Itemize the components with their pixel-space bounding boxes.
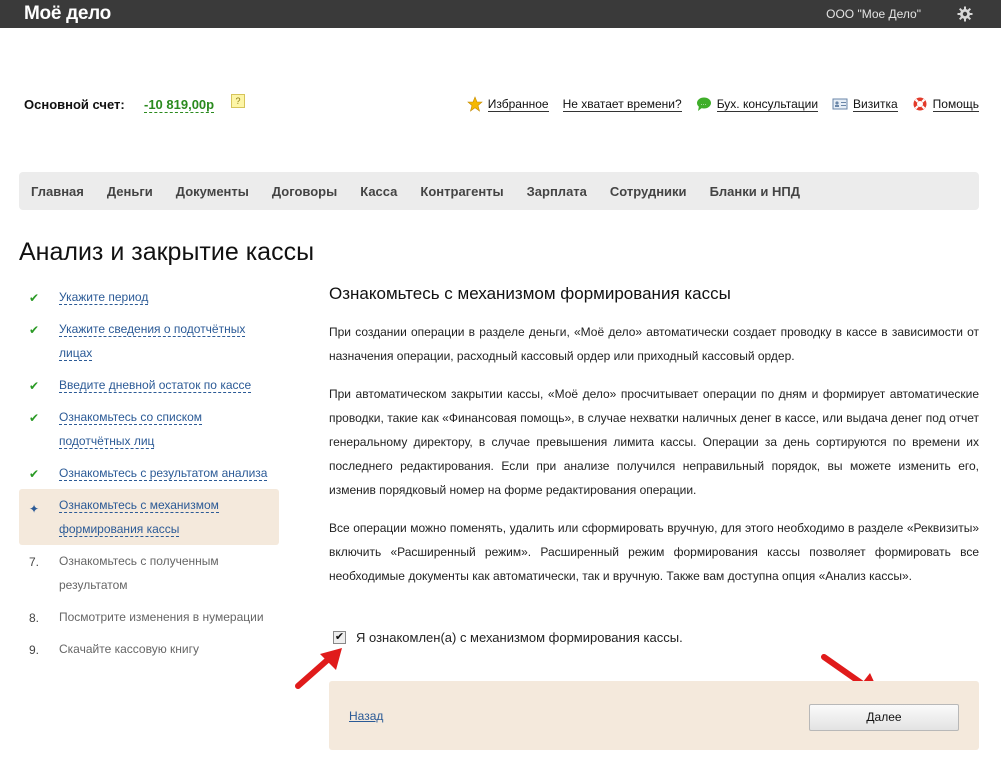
account-balance[interactable]: -10 819,00р: [144, 97, 215, 113]
step-link[interactable]: Введите дневной остаток по кассе: [59, 378, 252, 393]
step-item: ✔ Ознакомьтесь с результатом анализа: [19, 457, 279, 489]
step-label: Ознакомьтесь с полученным результатом: [59, 554, 219, 592]
business-card-link[interactable]: Визитка: [832, 96, 898, 112]
company-name[interactable]: ООО "Мое Дело": [826, 7, 921, 21]
current-step-icon: ✦: [29, 502, 40, 516]
section-heading: Ознакомьтесь с механизмом формирования к…: [329, 284, 731, 303]
check-icon: ✔: [29, 291, 40, 305]
next-button[interactable]: Далее: [809, 704, 959, 731]
paragraph-3: Все операции можно поменять, удалить или…: [329, 521, 979, 583]
content-panel: Ознакомьтесь с механизмом формирования к…: [329, 284, 979, 602]
lifebuoy-icon: [913, 97, 927, 111]
no-time-link[interactable]: Не хватает времени?: [562, 96, 682, 112]
top-bar: Моё дело ООО "Мое Дело": [0, 0, 1001, 28]
wizard-footer: Назад Далее: [329, 681, 979, 750]
step-link[interactable]: Укажите сведения о подотчётных лицах: [59, 322, 246, 361]
paragraph-2: При автоматическом закрытии кассы, «Моё …: [329, 387, 979, 497]
favorites-link[interactable]: Избранное: [466, 96, 549, 112]
menu-item-contractors[interactable]: Контрагенты: [420, 184, 503, 199]
menu-item-documents[interactable]: Документы: [176, 184, 249, 199]
step-label: Посмотрите изменения в нумерации: [59, 610, 264, 624]
step-number: 8.: [29, 611, 40, 625]
step-link[interactable]: Укажите период: [59, 290, 149, 305]
agree-row[interactable]: ✔ Я ознакомлен(а) с механизмом формирова…: [333, 630, 683, 645]
step-number: 9.: [29, 643, 40, 657]
consultations-link[interactable]: ... Бух. консультации: [696, 96, 819, 112]
app-logo[interactable]: Моё дело: [24, 3, 111, 25]
no-time-label: Не хватает времени?: [562, 96, 682, 112]
step-label: Скачайте кассовую книгу: [59, 642, 199, 656]
step-link[interactable]: Ознакомьтесь с механизмом формирования к…: [59, 498, 219, 537]
check-icon: ✔: [29, 467, 40, 481]
help-label: Помощь: [932, 96, 979, 112]
top-links: Избранное Не хватает времени? ... Бух. к…: [466, 96, 979, 112]
favorites-label: Избранное: [487, 96, 549, 112]
step-item: 8. Посмотрите изменения в нумерации: [19, 601, 279, 633]
menu-item-salary[interactable]: Зарплата: [527, 184, 587, 199]
menu-item-cash[interactable]: Касса: [360, 184, 397, 199]
step-link[interactable]: Ознакомьтесь со списком подотчётных лиц: [59, 410, 203, 449]
paragraph-1: При создании операции в разделе деньги, …: [329, 325, 979, 363]
back-link[interactable]: Назад: [349, 709, 383, 723]
menu-item-employees[interactable]: Сотрудники: [610, 184, 687, 199]
menu-item-contracts[interactable]: Договоры: [272, 184, 337, 199]
consultations-label: Бух. консультации: [716, 96, 819, 112]
help-icon[interactable]: ?: [231, 94, 245, 108]
account-label: Основной счет:: [24, 97, 125, 112]
step-number: 7.: [29, 555, 40, 569]
menu-item-forms[interactable]: Бланки и НПД: [710, 184, 800, 199]
agree-checkbox[interactable]: ✔: [333, 631, 346, 644]
agree-label[interactable]: Я ознакомлен(а) с механизмом формировани…: [356, 630, 683, 645]
menu-item-money[interactable]: Деньги: [107, 184, 153, 199]
step-item: ✔ Укажите период: [19, 281, 279, 313]
business-card-label: Визитка: [853, 96, 898, 112]
step-item: ✔ Введите дневной остаток по кассе: [19, 369, 279, 401]
svg-text:...: ...: [700, 100, 706, 107]
check-icon: ✔: [29, 411, 40, 425]
page-title: Анализ и закрытие кассы: [19, 238, 315, 266]
gear-icon[interactable]: [957, 6, 973, 22]
menu-item-home[interactable]: Главная: [31, 184, 84, 199]
steps-list: ✔ Укажите период ✔ Укажите сведения о по…: [19, 281, 279, 665]
help-link[interactable]: Помощь: [912, 96, 979, 112]
main-menu: Главная Деньги Документы Договоры Касса …: [19, 172, 979, 210]
step-item-current: ✦ Ознакомьтесь с механизмом формирования…: [19, 489, 279, 545]
check-icon: ✔: [29, 323, 40, 337]
step-item: 9. Скачайте кассовую книгу: [19, 633, 279, 665]
step-item: ✔ Ознакомьтесь со списком подотчётных ли…: [19, 401, 229, 457]
star-icon: [466, 96, 483, 112]
card-icon: [832, 98, 848, 110]
step-item: 7. Ознакомьтесь с полученным результатом: [19, 545, 279, 601]
chat-icon: ...: [696, 97, 711, 111]
step-item: ✔ Укажите сведения о подотчётных лицах: [19, 313, 249, 369]
step-link[interactable]: Ознакомьтесь с результатом анализа: [59, 466, 268, 481]
check-icon: ✔: [29, 379, 40, 393]
